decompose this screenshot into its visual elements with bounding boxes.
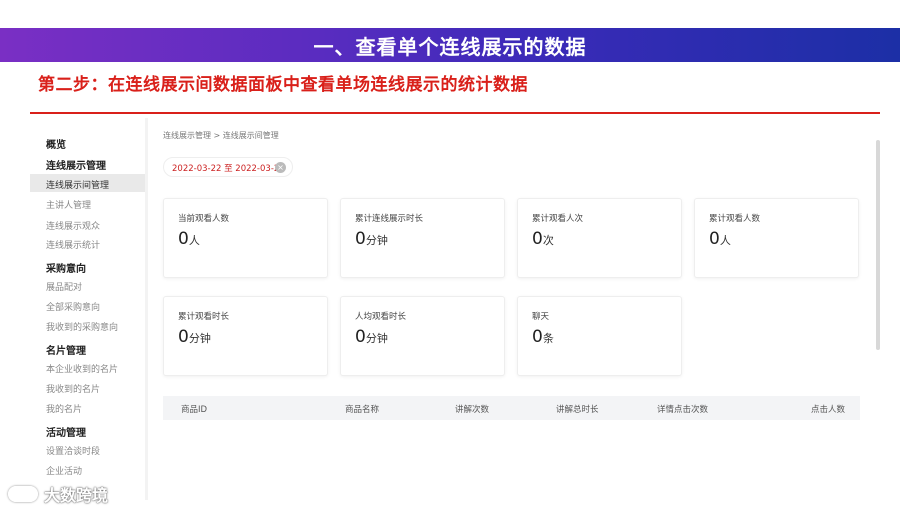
stat-card: 当前观看人数 0人 xyxy=(163,198,328,278)
sidebar-item-live-room[interactable]: 连线展示间管理 xyxy=(46,178,109,191)
table-header: 商品ID 商品名称 讲解次数 讲解总时长 详情点击次数 点击人数 xyxy=(163,396,860,420)
watermark-logo-icon xyxy=(8,486,38,502)
stat-value: 0条 xyxy=(532,327,554,347)
stat-card: 人均观看时长 0分钟 xyxy=(340,296,505,376)
step-title: 第二步：在连线展示间数据面板中查看单场连线展示的统计数据 xyxy=(38,75,528,95)
banner-title: 一、查看单个连线展示的数据 xyxy=(313,34,587,59)
sidebar-group-events[interactable]: 活动管理 xyxy=(46,424,86,439)
stat-value: 0次 xyxy=(532,229,554,249)
sidebar-item-company-cards[interactable]: 本企业收到的名片 xyxy=(46,362,118,375)
stat-label: 人均观看时长 xyxy=(355,312,407,322)
column-header[interactable]: 商品名称 xyxy=(345,403,379,415)
column-header[interactable]: 点击人数 xyxy=(811,403,845,415)
sidebar-group-cards[interactable]: 名片管理 xyxy=(46,342,86,357)
sidebar-item-company-events[interactable]: 企业活动 xyxy=(46,464,82,477)
sidebar-group-live-mgmt[interactable]: 连线展示管理 xyxy=(46,157,106,172)
main-panel: 连线展示管理 > 连线展示间管理 2022-03-22 至 2022-03-22… xyxy=(148,118,880,500)
stat-card: 累计观看人数 0人 xyxy=(694,198,859,278)
sidebar-item-audience[interactable]: 连线展示观众 xyxy=(46,219,100,232)
stat-value: 0人 xyxy=(178,229,200,249)
stat-label: 累计观看人数 xyxy=(709,214,761,224)
stat-value: 0分钟 xyxy=(178,327,211,347)
breadcrumb: 连线展示管理 > 连线展示间管理 xyxy=(163,131,279,140)
stat-label: 累计连线展示时长 xyxy=(355,214,424,224)
clear-icon[interactable]: × xyxy=(275,162,286,173)
title-divider xyxy=(30,112,880,114)
stat-label: 累计观看时长 xyxy=(178,312,230,322)
watermark: 大数跨境 xyxy=(8,482,108,506)
stat-card: 聊天 0条 xyxy=(517,296,682,376)
stat-card: 累计连线展示时长 0分钟 xyxy=(340,198,505,278)
column-header[interactable]: 商品ID xyxy=(181,403,207,415)
top-margin xyxy=(0,0,900,28)
scrollbar[interactable] xyxy=(876,140,880,350)
stat-card: 累计观看时长 0分钟 xyxy=(163,296,328,376)
watermark-text: 大数跨境 xyxy=(44,486,109,505)
stat-value: 0分钟 xyxy=(355,327,388,347)
stat-label: 当前观看人数 xyxy=(178,214,230,224)
column-header[interactable]: 讲解总时长 xyxy=(556,403,599,415)
stat-value: 0人 xyxy=(709,229,731,249)
app-screenshot: 概览 连线展示管理 连线展示间管理 主讲人管理 连线展示观众 连线展示统计 采购… xyxy=(30,118,880,500)
sidebar-item-statistics[interactable]: 连线展示统计 xyxy=(46,238,100,251)
stat-label: 聊天 xyxy=(532,312,550,322)
date-range-text: 2022-03-22 至 2022-03-22 xyxy=(172,164,285,174)
stat-label: 累计观看人次 xyxy=(532,214,584,224)
section-banner: 一、查看单个连线展示的数据 xyxy=(0,28,900,62)
sidebar-item-presenter[interactable]: 主讲人管理 xyxy=(46,198,91,211)
sidebar-item-matching[interactable]: 展品配对 xyxy=(46,280,82,293)
sidebar-item-my-intents[interactable]: 我收到的采购意向 xyxy=(46,320,118,333)
stat-card: 累计观看人次 0次 xyxy=(517,198,682,278)
sidebar-item-all-intents[interactable]: 全部采购意向 xyxy=(46,300,100,313)
column-header[interactable]: 讲解次数 xyxy=(455,403,489,415)
stat-value: 0分钟 xyxy=(355,229,388,249)
sidebar-overview[interactable]: 概览 xyxy=(46,136,66,151)
column-header[interactable]: 详情点击次数 xyxy=(657,403,708,415)
sidebar-item-my-card[interactable]: 我的名片 xyxy=(46,402,82,415)
sidebar: 概览 连线展示管理 连线展示间管理 主讲人管理 连线展示观众 连线展示统计 采购… xyxy=(30,118,145,500)
sidebar-group-purchase[interactable]: 采购意向 xyxy=(46,260,86,275)
sidebar-item-received-cards[interactable]: 我收到的名片 xyxy=(46,382,100,395)
sidebar-item-meeting-slots[interactable]: 设置洽谈时段 xyxy=(46,444,100,457)
date-range-picker[interactable]: 2022-03-22 至 2022-03-22 × xyxy=(163,157,293,177)
